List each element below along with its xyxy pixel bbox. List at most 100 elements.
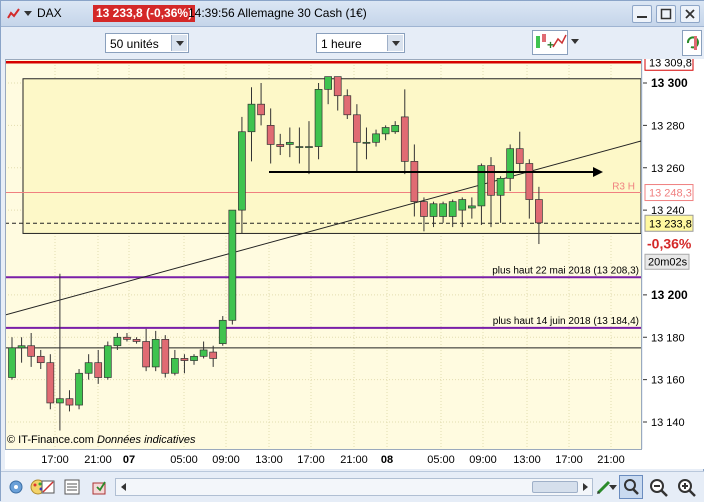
x-tick-label: 05:00 (170, 454, 198, 466)
candle[interactable] (496, 177, 505, 196)
zoom-out-icon[interactable] (649, 478, 669, 498)
candle[interactable] (295, 146, 304, 148)
candle[interactable] (487, 165, 495, 196)
minimize-icon (637, 16, 647, 18)
candle[interactable] (343, 95, 352, 116)
x-tick-label: 21:00 (597, 454, 625, 466)
candle[interactable] (56, 398, 64, 404)
candle[interactable] (17, 345, 26, 349)
scrollbar-thumb[interactable] (532, 481, 578, 493)
candle[interactable] (65, 398, 74, 406)
x-tick-label: 21:00 (84, 454, 112, 466)
y-tick-label: 13 280 (651, 120, 685, 132)
candle[interactable] (190, 355, 198, 361)
candle[interactable] (353, 114, 361, 143)
price-chart[interactable]: R3 H plus haut 22 mai 2018 (13 208,3) plus… (4, 53, 704, 469)
chevron-down-icon[interactable] (571, 39, 579, 45)
candle[interactable] (285, 141, 294, 145)
chevron-down-icon[interactable] (171, 35, 187, 51)
close-button[interactable] (680, 5, 700, 23)
candle[interactable] (142, 341, 150, 368)
candle[interactable] (123, 336, 131, 340)
candle[interactable] (8, 347, 16, 378)
x-tick-label: 08 (381, 454, 393, 466)
change-pct-label: -0,36% (647, 235, 692, 251)
candle[interactable] (257, 103, 265, 116)
candle[interactable] (228, 209, 237, 321)
period-select[interactable]: 1 heure (316, 33, 405, 53)
candle[interactable] (391, 125, 400, 133)
candle[interactable] (209, 351, 218, 359)
chevron-down-icon[interactable] (609, 478, 617, 496)
zoom-in-icon[interactable] (677, 478, 697, 498)
consolidation-box[interactable] (22, 78, 642, 234)
indicators-button[interactable]: + (532, 30, 568, 55)
candle[interactable] (467, 205, 476, 209)
candle[interactable] (535, 199, 543, 224)
candle[interactable] (439, 203, 447, 217)
chevron-left-icon[interactable] (118, 481, 130, 493)
candle[interactable] (113, 336, 122, 347)
candle[interactable] (515, 148, 524, 164)
candle[interactable] (400, 116, 409, 162)
candle[interactable] (171, 358, 179, 374)
refresh-button[interactable] (682, 30, 702, 56)
x-tick-label: 09:00 (212, 454, 240, 466)
candle[interactable] (94, 362, 103, 378)
candle[interactable] (180, 358, 189, 361)
candle[interactable] (75, 372, 83, 406)
title-bar: DAX 13 233,8 (-0,36%) 14:39:56 Allemagne… (1, 1, 704, 27)
candle[interactable] (132, 339, 141, 342)
candle[interactable] (151, 339, 160, 368)
candle[interactable] (161, 339, 170, 374)
zoom-fit-button[interactable] (619, 475, 643, 499)
export-icon[interactable] (91, 478, 109, 496)
candle[interactable] (305, 146, 313, 148)
candle[interactable] (238, 131, 246, 211)
candle[interactable] (266, 125, 275, 145)
chevron-right-icon[interactable] (579, 481, 591, 493)
last-price-label: 13 233,8 (649, 218, 692, 230)
candle[interactable] (36, 355, 45, 364)
navigation-bar (1, 471, 704, 502)
countdown-label: 20m02s (648, 256, 688, 268)
list-icon[interactable] (63, 478, 81, 496)
candle[interactable] (362, 141, 371, 144)
candle[interactable] (448, 201, 457, 217)
chevron-down-icon[interactable] (387, 35, 403, 51)
settings-icon[interactable] (7, 478, 25, 496)
y-tick-label: 13 200 (651, 288, 688, 302)
candle[interactable] (381, 127, 390, 135)
candle[interactable] (324, 76, 332, 90)
candle[interactable] (218, 319, 227, 344)
time-scrollbar[interactable] (115, 478, 593, 496)
dropdown-icon[interactable] (24, 11, 32, 17)
units-select[interactable]: 50 unités (105, 33, 189, 53)
x-tick-label: 05:00 (427, 454, 455, 466)
x-tick-label: 07 (123, 454, 135, 466)
candle[interactable] (429, 203, 438, 217)
window-menu-icon[interactable] (7, 8, 21, 20)
candle[interactable] (84, 362, 93, 374)
candle[interactable] (333, 76, 342, 97)
candle[interactable] (103, 345, 112, 378)
candle[interactable] (247, 103, 256, 133)
candle[interactable] (525, 163, 534, 200)
draw-tools-icon[interactable] (39, 478, 57, 496)
candle[interactable] (410, 161, 419, 203)
maximize-button[interactable] (656, 5, 676, 23)
minimize-button[interactable] (632, 5, 652, 23)
indicators-icon: + (536, 34, 567, 52)
candle[interactable] (420, 201, 428, 217)
candle[interactable] (372, 133, 380, 143)
r3-price-label: 13 248,3 (649, 188, 692, 200)
candle[interactable] (199, 349, 208, 357)
candle[interactable] (458, 199, 467, 211)
candle[interactable] (506, 148, 515, 179)
candle[interactable] (27, 345, 36, 357)
y-tick-label: 13 300 (651, 76, 688, 90)
chart-svg[interactable]: R3 H plus haut 22 mai 2018 (13 208,3) plus… (4, 53, 704, 469)
candle[interactable] (46, 362, 55, 404)
candle[interactable] (276, 144, 285, 147)
candle[interactable] (314, 89, 323, 147)
